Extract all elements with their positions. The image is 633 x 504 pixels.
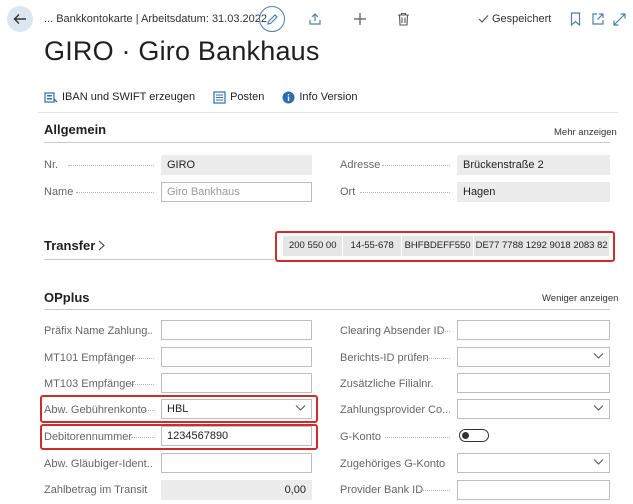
- open-new-window-button[interactable]: [589, 10, 607, 28]
- field-praefix[interactable]: [161, 320, 312, 340]
- field-label-glaeubiger: Abw. Gläubiger-Ident...: [44, 458, 152, 470]
- field-zahlbetrag[interactable]: 0,00: [161, 480, 312, 500]
- bookmark-icon: [570, 12, 580, 26]
- leader-dots: [437, 331, 450, 332]
- action-info-version[interactable]: Info Version: [282, 89, 357, 105]
- field-label-praefix: Präfix Name Zahlung...: [44, 325, 152, 337]
- entries-icon: [213, 90, 226, 104]
- share-button[interactable]: [306, 10, 324, 28]
- back-button[interactable]: [7, 6, 33, 32]
- field-mt101[interactable]: [161, 347, 312, 367]
- chevron-down-icon: [593, 353, 604, 359]
- breadcrumb: ... Bankkontokarte | Arbeitsdatum: 31.03…: [44, 13, 267, 25]
- select-zahlungsprovider[interactable]: [457, 399, 610, 419]
- info-icon: [282, 91, 295, 103]
- field-provider-bank-id[interactable]: [457, 480, 610, 500]
- field-nr[interactable]: GIRO: [161, 155, 312, 175]
- chevron-right-icon: [98, 240, 106, 251]
- section-divider: [44, 259, 274, 260]
- show-more-link[interactable]: Mehr anzeigen: [554, 127, 617, 138]
- new-button[interactable]: [351, 10, 369, 28]
- field-label-zugehoeriges-g-konto: Zugehöriges G-Konto: [340, 458, 446, 470]
- leader-dots: [76, 192, 154, 193]
- field-name[interactable]: Giro Bankhaus: [161, 182, 312, 202]
- top-bar: ... Bankkontokarte | Arbeitsdatum: 31.03…: [0, 0, 633, 38]
- show-less-link[interactable]: Weniger anzeigen: [542, 293, 618, 304]
- leader-dots: [420, 490, 450, 491]
- select-zugehoeriges-g-konto[interactable]: [457, 453, 610, 473]
- expand-icon: [612, 12, 626, 26]
- saved-status: Gespeichert: [478, 13, 551, 25]
- chevron-down-icon: [593, 459, 604, 465]
- field-adresse[interactable]: Brückenstraße 2: [457, 155, 610, 175]
- section-transfer-header[interactable]: Transfer: [44, 238, 106, 253]
- leader-dots: [68, 165, 154, 166]
- leader-dots: [424, 358, 450, 359]
- field-ort[interactable]: Hagen: [457, 182, 610, 202]
- section-opplus-title[interactable]: OPplus: [44, 290, 90, 305]
- saved-label: Gespeichert: [492, 13, 552, 25]
- action-iban-swift[interactable]: IBAN und SWIFT erzeugen: [44, 89, 195, 105]
- share-icon: [309, 13, 321, 25]
- action-label: IBAN und SWIFT erzeugen: [62, 91, 196, 103]
- field-mt103[interactable]: [161, 373, 312, 393]
- leader-dots: [360, 192, 450, 193]
- section-divider: [44, 142, 610, 143]
- chevron-down-icon: [593, 405, 604, 411]
- leader-dots: [130, 358, 154, 359]
- field-label-filialnr: Zusätzliche Filialnr.: [340, 378, 434, 390]
- page-title: GIRO · Giro Bankhaus: [44, 36, 320, 66]
- open-new-window-icon: [592, 13, 604, 25]
- section-transfer-title: Transfer: [44, 238, 96, 253]
- divider: [38, 112, 618, 113]
- field-filialnr[interactable]: [457, 373, 610, 393]
- highlight-box-transfer: [275, 231, 615, 262]
- highlight-box-gebuehrenkonto: [40, 395, 318, 423]
- field-label-clearing: Clearing Absender ID: [340, 325, 445, 337]
- action-label: Info Version: [299, 91, 358, 103]
- action-bar: IBAN und SWIFT erzeugen Posten Info Vers…: [44, 89, 357, 105]
- g-konto-toggle[interactable]: [459, 429, 489, 442]
- trash-icon: [397, 12, 409, 26]
- edit-button[interactable]: [259, 6, 285, 32]
- expand-button[interactable]: [610, 10, 628, 28]
- generate-icon: [44, 91, 58, 103]
- field-clearing[interactable]: [457, 320, 610, 340]
- section-allgemein-title[interactable]: Allgemein: [44, 122, 106, 137]
- leader-dots: [382, 165, 450, 166]
- select-berichts-id[interactable]: [457, 347, 610, 367]
- arrow-left-icon: [13, 14, 26, 24]
- leader-dots: [130, 384, 154, 385]
- delete-button[interactable]: [394, 10, 412, 28]
- field-label-zahlbetrag: Zahlbetrag im Transit: [44, 484, 148, 496]
- plus-icon: [354, 13, 366, 25]
- field-glaeubiger[interactable]: [161, 453, 312, 473]
- action-posten[interactable]: Posten: [213, 89, 264, 105]
- action-label: Posten: [230, 91, 265, 103]
- check-icon: [478, 15, 489, 23]
- bookmark-button[interactable]: [566, 10, 584, 28]
- pencil-icon: [266, 13, 278, 25]
- section-divider: [44, 309, 610, 310]
- highlight-box-debitorennummer: [40, 424, 318, 450]
- leader-dots: [385, 437, 450, 438]
- field-label-zahlungsprovider: Zahlungsprovider Co...: [340, 404, 450, 416]
